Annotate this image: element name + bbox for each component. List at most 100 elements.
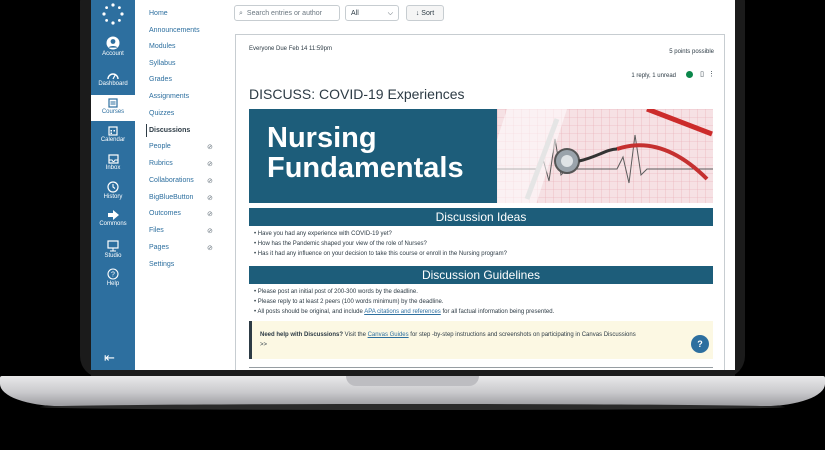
sort-button[interactable]: ↓ Sort: [406, 5, 444, 21]
banner-line1: Nursing: [267, 122, 377, 154]
course-nav-people[interactable]: People: [149, 143, 171, 150]
canvas-guides-link[interactable]: Canvas Guides: [368, 332, 409, 338]
nav-dashboard-label: Dashboard: [98, 81, 128, 87]
course-nav-quizzes[interactable]: Quizzes: [149, 110, 174, 117]
list-item: Has it had any influence on your decisio…: [254, 249, 507, 259]
svg-text:?: ?: [111, 272, 115, 279]
guideline3-pre: All posts should be original, and includ…: [257, 309, 365, 315]
nav-history[interactable]: History: [91, 181, 135, 205]
banner-line2: Fundamentals: [267, 152, 464, 184]
bookmark-icon[interactable]: ▯: [700, 70, 704, 78]
nav-dashboard[interactable]: Dashboard: [91, 70, 135, 94]
course-nav-bigbluebutton[interactable]: BigBlueButton: [149, 194, 193, 201]
nav-account-label: Account: [102, 51, 124, 57]
discussion-post: Everyone Due Feb 14 11:59pm 5 points pos…: [235, 34, 725, 370]
points-possible: 5 points possible: [669, 49, 714, 55]
help-callout: Need help with Discussions? Visit the Ca…: [249, 321, 713, 359]
post-title: DISCUSS: COVID-19 Experiences: [249, 86, 465, 102]
nav-history-label: History: [103, 194, 123, 200]
nav-courses[interactable]: Courses: [91, 95, 135, 121]
hidden-eye-icon: ⊘: [207, 245, 213, 252]
guidelines-header: Discussion Guidelines: [249, 266, 713, 284]
nav-studio-label: Studio: [104, 253, 122, 259]
hidden-eye-icon: ⊘: [207, 144, 213, 151]
apa-link[interactable]: APA citations and references: [364, 309, 441, 315]
course-nav-collaborations[interactable]: Collaborations: [149, 177, 194, 184]
course-nav-modules[interactable]: Modules: [149, 43, 175, 50]
canvas-logo-icon[interactable]: [101, 2, 125, 26]
nav-commons[interactable]: Commons: [91, 210, 135, 234]
calendar-icon: [108, 126, 118, 136]
laptop-notch: [346, 376, 479, 386]
help-tail: >>: [260, 342, 268, 348]
filter-value: All: [351, 10, 359, 17]
course-nav-pages[interactable]: Pages: [149, 244, 169, 251]
hidden-eye-icon: ⊘: [207, 161, 213, 168]
studio-icon: [107, 240, 119, 252]
help-post: for step -by-step instructions and scree…: [408, 332, 636, 338]
list-item: How has the Pandemic shaped your view of…: [254, 239, 507, 249]
course-nav-syllabus[interactable]: Syllabus: [149, 60, 175, 67]
sort-arrow-icon: ↓: [415, 10, 420, 17]
help-icon: ?: [107, 268, 119, 280]
nav-help-label: Help: [106, 281, 120, 287]
ideas-list: Have you had any experience with COVID-1…: [254, 229, 507, 259]
course-nav-rubrics[interactable]: Rubrics: [149, 160, 173, 167]
list-item: All posts should be original, and includ…: [254, 307, 554, 317]
hidden-eye-icon: ⊘: [207, 211, 213, 218]
course-nav-assignments[interactable]: Assignments: [149, 93, 189, 100]
due-date: Everyone Due Feb 14 11:59pm: [249, 46, 332, 52]
stethoscope-image: [476, 109, 713, 203]
sort-label: Sort: [421, 10, 435, 17]
nav-inbox[interactable]: Inbox: [91, 154, 135, 178]
guidelines-list: Please post an initial post of 200-300 w…: [254, 287, 554, 317]
nav-help[interactable]: ? Help: [91, 268, 135, 292]
nav-account[interactable]: Account: [91, 36, 135, 64]
inbox-icon: [107, 154, 119, 164]
account-icon: [106, 36, 120, 50]
help-bold: Need help with Discussions?: [260, 332, 344, 338]
search-placeholder: Search entries or author: [246, 10, 323, 17]
nav-courses-label: Courses: [101, 109, 125, 115]
nav-commons-label: Commons: [99, 221, 127, 227]
reply-count: 1 reply, 1 unread: [631, 73, 676, 79]
more-options-icon[interactable]: ⋮: [708, 70, 715, 78]
course-nav-discussions[interactable]: Discussions: [149, 127, 190, 134]
nav-calendar[interactable]: Calendar: [91, 126, 135, 150]
list-item: Please post an initial post of 200-300 w…: [254, 287, 554, 297]
ekg-chart-image: [476, 109, 713, 203]
hidden-eye-icon: ⊘: [207, 228, 213, 235]
filter-select[interactable]: All ⌵: [345, 5, 399, 21]
list-item: Please reply to at least 2 peers (100 wo…: [254, 297, 554, 307]
search-icon: ⌕: [239, 10, 243, 17]
dashboard-icon: [107, 73, 119, 80]
help-pre: Visit the: [343, 332, 368, 338]
divider: [249, 367, 713, 368]
laptop-shadow: [40, 404, 785, 410]
hidden-eye-icon: ⊘: [207, 178, 213, 185]
search-input[interactable]: ⌕ Search entries or author: [234, 5, 340, 21]
course-nav-settings[interactable]: Settings: [149, 261, 174, 268]
nav-calendar-label: Calendar: [100, 137, 126, 143]
course-nav-announcements[interactable]: Announcements: [149, 27, 200, 34]
history-icon: [107, 181, 119, 193]
collapse-nav-icon[interactable]: ⇤: [104, 350, 115, 366]
chevron-down-icon: ⌵: [387, 10, 393, 17]
screen: Account Dashboard Courses Calendar Inbox: [91, 0, 735, 370]
hidden-eye-icon: ⊘: [207, 195, 213, 202]
course-nav-files[interactable]: Files: [149, 227, 164, 234]
course-nav-outcomes[interactable]: Outcomes: [149, 210, 181, 217]
help-question-icon[interactable]: ?: [691, 335, 709, 353]
nav-inbox-label: Inbox: [105, 165, 121, 171]
commons-icon: [108, 210, 119, 220]
active-indicator: [146, 124, 147, 137]
guideline3-post: for all factual information being presen…: [440, 309, 555, 315]
course-nav-home[interactable]: Home: [149, 10, 168, 17]
nursing-banner-image: Nursing Fundamentals: [249, 109, 713, 203]
courses-icon: [108, 98, 118, 108]
course-nav-grades[interactable]: Grades: [149, 76, 172, 83]
nav-studio[interactable]: Studio: [91, 240, 135, 264]
ideas-header: Discussion Ideas: [249, 208, 713, 226]
published-check-icon[interactable]: [686, 71, 693, 78]
global-nav: Account Dashboard Courses Calendar Inbox: [91, 0, 135, 370]
